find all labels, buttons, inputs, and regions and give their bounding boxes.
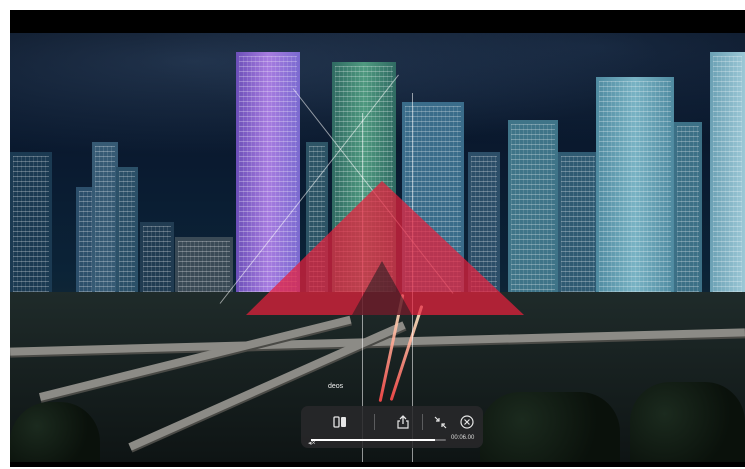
separator — [374, 414, 375, 430]
video-player-window: deos 00:06.00 ◂× — [10, 10, 745, 467]
separator — [422, 414, 423, 430]
playback-progress[interactable] — [311, 439, 446, 441]
share-icon[interactable] — [392, 412, 414, 432]
video-frame[interactable] — [10, 33, 745, 462]
playback-control-bar: 00:06.00 — [301, 406, 483, 448]
split-view-icon[interactable] — [329, 412, 351, 432]
playback-time: 00:06.00 — [451, 435, 475, 441]
triangle-overlay — [246, 181, 524, 315]
shrink-arrows-icon[interactable] — [429, 412, 451, 432]
progress-fill — [311, 439, 436, 441]
video-title-label: deos — [328, 383, 344, 390]
close-circle-icon[interactable] — [456, 412, 478, 432]
speaker-mute-icon[interactable]: ◂× — [308, 439, 316, 447]
